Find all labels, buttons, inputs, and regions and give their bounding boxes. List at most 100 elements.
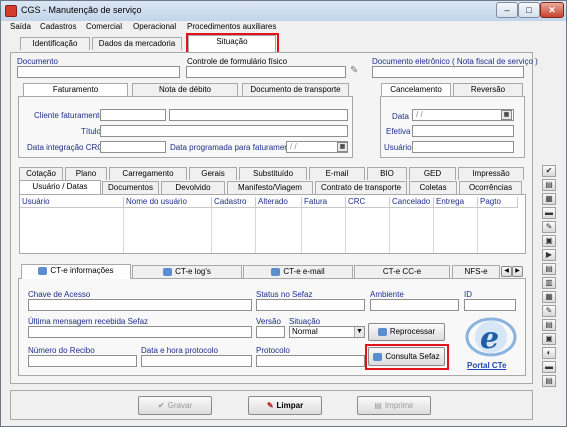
tab-manifesto-viagem[interactable]: Manifesto/Viagem [227, 181, 313, 194]
toolbar-icon-11[interactable]: ✎ [542, 305, 556, 317]
ambiente-label: Ambiente [370, 290, 404, 299]
tab-nota-debito[interactable]: Nota de débito [132, 83, 238, 96]
controle-field[interactable] [186, 66, 346, 78]
tab-cte-cce[interactable]: CT-e CC-e [354, 265, 450, 278]
tab-cotacao[interactable]: Cotação [19, 167, 63, 180]
id-field[interactable] [464, 299, 516, 311]
calendar-icon[interactable]: ▦ [501, 110, 512, 120]
status-sefaz-field[interactable] [256, 299, 365, 311]
tab-devolvido[interactable]: Devolvido [161, 181, 225, 194]
tab-bio[interactable]: BIO [367, 167, 407, 180]
reprocessar-button[interactable]: Reprocessar [368, 323, 445, 341]
toolbar-icon-8[interactable]: ▤ [542, 263, 556, 275]
tab-cancelamento[interactable]: Cancelamento [381, 83, 451, 96]
tab-documento-transporte[interactable]: Documento de transporte [242, 83, 349, 96]
data-integracao-field[interactable] [100, 141, 166, 153]
calendar-icon[interactable]: ▦ [337, 142, 348, 152]
gravar-button[interactable]: ✔ Gravar [138, 396, 212, 415]
efetiva-field[interactable] [412, 125, 514, 137]
situacao-select[interactable]: Normal ▼ [289, 326, 365, 338]
toolbar-icon-16[interactable]: ▤ [542, 375, 556, 387]
tab-cte-informacoes[interactable]: CT-e informações [21, 264, 131, 279]
chave-acesso-field[interactable] [28, 299, 252, 311]
maximize-icon[interactable]: □ [518, 2, 540, 18]
ambiente-field[interactable] [370, 299, 459, 311]
tab-scroll-right-icon[interactable]: ▶ [512, 266, 523, 277]
cliente-codigo-field[interactable] [100, 109, 166, 121]
tab-dados-mercadoria[interactable]: Dados da mercadoria [92, 37, 182, 50]
tab-identificacao[interactable]: Identificação [20, 37, 90, 50]
protocolo-label: Protocolo [256, 346, 290, 355]
menu-comercial[interactable]: Comercial [86, 22, 122, 31]
toolbar-icon-10[interactable]: ▦ [542, 291, 556, 303]
toolbar-icon-15[interactable]: ▬ [542, 361, 556, 373]
tab-reversao[interactable]: Reversão [453, 83, 523, 96]
grid-divider [477, 208, 478, 253]
tab-email[interactable]: E-mail [309, 167, 365, 180]
tab-ocorrencias[interactable]: Ocorrências [459, 181, 522, 194]
tab-contrato-transporte[interactable]: Contrato de transporte [315, 181, 407, 194]
tab-coletas[interactable]: Coletas [409, 181, 457, 194]
tab-impressao[interactable]: Impressão [458, 167, 524, 180]
grid-divider [345, 208, 346, 253]
tab-cte-email[interactable]: CT-e e-mail [243, 265, 353, 278]
close-icon[interactable]: ✕ [540, 2, 564, 18]
tab-cte-logs[interactable]: CT-e log's [132, 265, 242, 278]
menu-bar: Saída Cadastros Comercial Operacional Pr… [2, 21, 565, 33]
tab-ged[interactable]: GED [409, 167, 456, 180]
toolbar-icon-7[interactable]: ▶ [542, 249, 556, 261]
versao-field[interactable] [256, 326, 285, 338]
tab-scroll-left-icon[interactable]: ◀ [501, 266, 512, 277]
tab-carregamento[interactable]: Carregamento [109, 167, 187, 180]
tab-faturamento[interactable]: Faturamento [23, 83, 128, 96]
cancel-data-value: / / [416, 110, 423, 119]
edit-pencil-icon[interactable]: ✎ [350, 65, 365, 78]
tab-usuario-datas[interactable]: Usuário / Datas [19, 180, 101, 194]
data-label: Data [392, 112, 409, 121]
tab-gerais[interactable]: Gerais [189, 167, 237, 180]
numero-recibo-field[interactable] [28, 355, 137, 367]
toolbar-icon-5[interactable]: ✎ [542, 221, 556, 233]
toolbar-icon-6[interactable]: ▣ [542, 235, 556, 247]
menu-procedimentos[interactable]: Procedimentos auxiliares [187, 22, 276, 31]
tab-situacao[interactable]: Situação [188, 35, 276, 52]
menu-cadastros[interactable]: Cadastros [40, 22, 76, 31]
toolbar-icon-9[interactable]: ▥ [542, 277, 556, 289]
data-hora-protocolo-field[interactable] [141, 355, 252, 367]
tab-documentos[interactable]: Documentos [102, 181, 159, 194]
efetiva-label: Efetiva [386, 127, 411, 136]
ultima-mensagem-field[interactable] [28, 326, 252, 338]
title-bar: CGS - Manutenção de serviço – □ ✕ [1, 1, 566, 21]
controle-label: Controle de formulário físico [187, 57, 288, 66]
cancel-data-field[interactable]: / / [412, 109, 514, 121]
data-programada-label: Data programada para faturamento [170, 143, 296, 152]
check-icon[interactable]: ✔ [542, 165, 556, 177]
imprimir-button[interactable]: ▤ Imprimir [357, 396, 431, 415]
tab-substituido[interactable]: Substituído [239, 167, 307, 180]
toolbar-icon-4[interactable]: ▬ [542, 207, 556, 219]
minimize-icon[interactable]: – [496, 2, 518, 18]
usuario-field[interactable] [412, 141, 514, 153]
portal-cte-link[interactable]: Portal CTe [467, 361, 506, 370]
menu-operacional[interactable]: Operacional [133, 22, 176, 31]
window-title: CGS - Manutenção de serviço [21, 5, 142, 15]
cliente-nome-field[interactable] [169, 109, 348, 121]
printer-icon: ▤ [374, 401, 382, 410]
tab-plano[interactable]: Plano [65, 167, 107, 180]
reprocessar-button-label: Reprocessar [389, 327, 436, 336]
toolbar-icon-14[interactable]: ◐ [542, 347, 556, 359]
menu-saida[interactable]: Saída [10, 22, 31, 31]
tab-nfse[interactable]: NFS-e [452, 265, 500, 278]
limpar-button[interactable]: ✎ Limpar [248, 396, 322, 415]
doc-eletronico-field[interactable] [372, 66, 524, 78]
toolbar-icon-13[interactable]: ▣ [542, 333, 556, 345]
grid-divider [123, 208, 124, 253]
documento-field[interactable] [17, 66, 180, 78]
titulo-field[interactable] [100, 125, 348, 137]
toolbar-icon-3[interactable]: ▦ [542, 193, 556, 205]
toolbar-icon-2[interactable]: ▤ [542, 179, 556, 191]
portal-cte-logo-icon[interactable]: e [464, 315, 518, 359]
toolbar-icon-12[interactable]: ▤ [542, 319, 556, 331]
protocolo-field[interactable] [256, 355, 365, 367]
situacao-label: Situação [289, 317, 321, 326]
